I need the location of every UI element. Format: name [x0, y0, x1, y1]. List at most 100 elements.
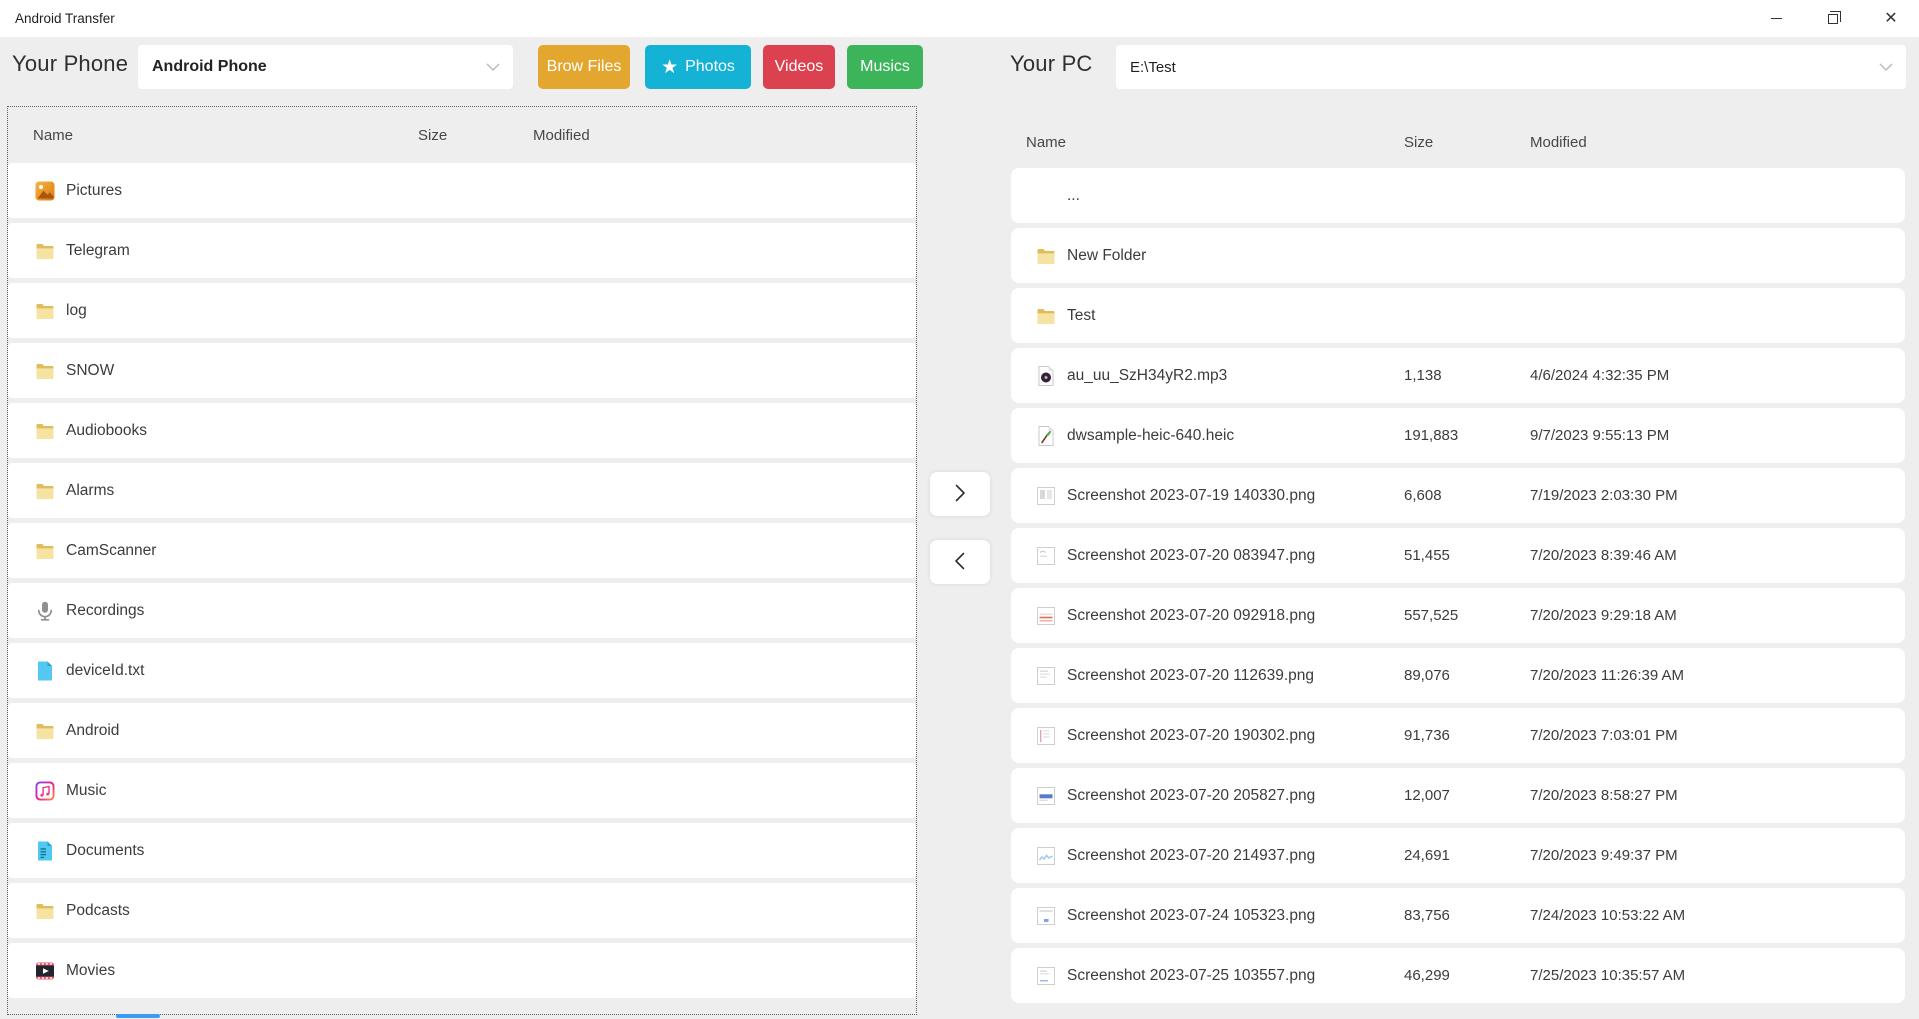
- videos-button[interactable]: Videos: [763, 45, 835, 89]
- file-size: 24,691: [1404, 847, 1450, 864]
- file-row[interactable]: Audiobooks: [8, 403, 916, 458]
- file-name: ...: [1067, 186, 1080, 204]
- phone-file-list-panel: Name Size Modified Pictures Telegram log: [7, 106, 917, 1015]
- file-row[interactable]: Screenshot 2023-07-25 103557.png 46,299 …: [1011, 948, 1905, 1003]
- file-row[interactable]: au_uu_SzH34yR2.mp3 1,138 4/6/2024 4:32:3…: [1011, 348, 1905, 403]
- file-name: Screenshot 2023-07-20 112639.png: [1067, 666, 1315, 684]
- file-size: 83,756: [1404, 907, 1450, 924]
- your-pc-label: Your PC: [1010, 51, 1093, 76]
- column-header-name: Name: [33, 126, 74, 144]
- horizontal-scrollbar-thumb[interactable]: [116, 1014, 160, 1018]
- thumb2-icon: [1034, 544, 1058, 568]
- file-row[interactable]: Screenshot 2023-07-20 214937.png 24,691 …: [1011, 828, 1905, 883]
- file-row[interactable]: Alarms: [8, 463, 916, 518]
- file-modified: 7/20/2023 11:26:39 AM: [1530, 667, 1685, 684]
- file-row[interactable]: Pictures: [8, 163, 916, 218]
- folder-icon: [33, 899, 57, 923]
- column-header-size: Size: [418, 126, 448, 144]
- restore-icon: [1828, 10, 1841, 24]
- file-row[interactable]: Screenshot 2023-07-20 205827.png 12,007 …: [1011, 768, 1905, 823]
- pc-list-header: Name Size Modified: [1011, 116, 1905, 168]
- file-name: Screenshot 2023-07-24 105323.png: [1067, 906, 1316, 924]
- no-icon: [1034, 184, 1058, 208]
- file-name: Screenshot 2023-07-20 092918.png: [1067, 606, 1316, 624]
- file-row[interactable]: log: [8, 283, 916, 338]
- file-row[interactable]: CamScanner: [8, 523, 916, 578]
- file-name: log: [66, 301, 87, 319]
- file-name: Screenshot 2023-07-19 140330.png: [1067, 486, 1316, 504]
- file-name: Movies: [66, 961, 116, 979]
- musics-label: Musics: [860, 58, 910, 75]
- transfer-to-phone-button[interactable]: [930, 540, 990, 584]
- file-row[interactable]: ...: [1011, 168, 1905, 223]
- file-row[interactable]: Documents: [8, 823, 916, 878]
- your-phone-label: Your Phone: [12, 51, 129, 76]
- file-name: Telegram: [66, 241, 130, 259]
- close-button[interactable]: ✕: [1868, 0, 1914, 37]
- restore-button[interactable]: [1810, 0, 1856, 37]
- arrow-right-icon: [947, 480, 973, 509]
- file-row[interactable]: Android: [8, 703, 916, 758]
- column-header-modified: Modified: [1530, 133, 1587, 151]
- file-size: 46,299: [1404, 967, 1450, 984]
- phone-device-select[interactable]: Android Phone: [138, 45, 513, 89]
- file-row[interactable]: Movies: [8, 943, 916, 998]
- file-name: Screenshot 2023-07-25 103557.png: [1067, 966, 1316, 984]
- pc-file-rows: ... New Folder Test au_uu_SzH34yR2.mp3 1…: [1011, 168, 1905, 1003]
- file-modified: 9/7/2023 9:55:13 PM: [1530, 427, 1670, 444]
- photos-label: Photos: [685, 58, 735, 75]
- file-size: 557,525: [1404, 607, 1459, 624]
- file-row[interactable]: deviceId.txt: [8, 643, 916, 698]
- thumb3-icon: [1034, 604, 1058, 628]
- brow-files-button[interactable]: Brow Files: [538, 45, 630, 89]
- pc-path-select[interactable]: E:\Test: [1116, 45, 1906, 89]
- folder-icon: [33, 539, 57, 563]
- column-header-size: Size: [1404, 133, 1434, 151]
- file-name: Screenshot 2023-07-20 083947.png: [1067, 546, 1316, 564]
- file-row[interactable]: Telegram: [8, 223, 916, 278]
- file-row[interactable]: Podcasts: [8, 883, 916, 938]
- file-row[interactable]: SNOW: [8, 343, 916, 398]
- file-row[interactable]: Screenshot 2023-07-19 140330.png 6,608 7…: [1011, 468, 1905, 523]
- photos-button[interactable]: ★ Photos: [645, 45, 751, 89]
- file-row[interactable]: Screenshot 2023-07-20 083947.png 51,455 …: [1011, 528, 1905, 583]
- window-title: Android Transfer: [15, 11, 115, 26]
- file-name: Audiobooks: [66, 421, 148, 439]
- file-name: Screenshot 2023-07-20 190302.png: [1067, 726, 1316, 744]
- file-row[interactable]: Screenshot 2023-07-20 190302.png 91,736 …: [1011, 708, 1905, 763]
- file-row[interactable]: Music: [8, 763, 916, 818]
- folder-icon: [33, 299, 57, 323]
- transfer-to-pc-button[interactable]: [930, 472, 990, 516]
- minimize-icon: [1770, 17, 1782, 20]
- file-name: Alarms: [66, 481, 115, 499]
- thumb9-icon: [1034, 964, 1058, 988]
- file-size: 191,883: [1404, 427, 1459, 444]
- file-row[interactable]: Test: [1011, 288, 1905, 343]
- file-row[interactable]: Screenshot 2023-07-20 092918.png 557,525…: [1011, 588, 1905, 643]
- android-transfer-window: Android Transfer ✕ Your Phone Android Ph…: [0, 0, 1919, 1019]
- file-modified: 7/20/2023 8:39:46 AM: [1530, 547, 1677, 564]
- audio-icon: [1034, 364, 1058, 388]
- folder-icon: [33, 479, 57, 503]
- minimize-button[interactable]: [1753, 0, 1799, 37]
- musics-button[interactable]: Musics: [847, 45, 923, 89]
- file-size: 6,608: [1404, 487, 1442, 504]
- phone-list-header: Name Size Modified: [8, 107, 916, 163]
- heic-icon: [1034, 424, 1058, 448]
- file-name: SNOW: [66, 361, 115, 379]
- title-bar: Android Transfer ✕: [0, 0, 1919, 37]
- folder-icon: [1034, 244, 1058, 268]
- file-name: Screenshot 2023-07-20 214937.png: [1067, 846, 1316, 864]
- file-row[interactable]: Screenshot 2023-07-24 105323.png 83,756 …: [1011, 888, 1905, 943]
- file-row[interactable]: New Folder: [1011, 228, 1905, 283]
- mic-icon: [33, 599, 57, 623]
- thumb5-icon: [1034, 724, 1058, 748]
- file-name: Recordings: [66, 601, 145, 619]
- file-row[interactable]: Screenshot 2023-07-20 112639.png 89,076 …: [1011, 648, 1905, 703]
- file-size: 89,076: [1404, 667, 1450, 684]
- file-row[interactable]: Recordings: [8, 583, 916, 638]
- pc-file-list-panel: Name Size Modified ... New Folder Test a…: [1011, 116, 1905, 1019]
- file-row[interactable]: dwsample-heic-640.heic 191,883 9/7/2023 …: [1011, 408, 1905, 463]
- txt-icon: [33, 659, 57, 683]
- close-icon: ✕: [1884, 9, 1898, 27]
